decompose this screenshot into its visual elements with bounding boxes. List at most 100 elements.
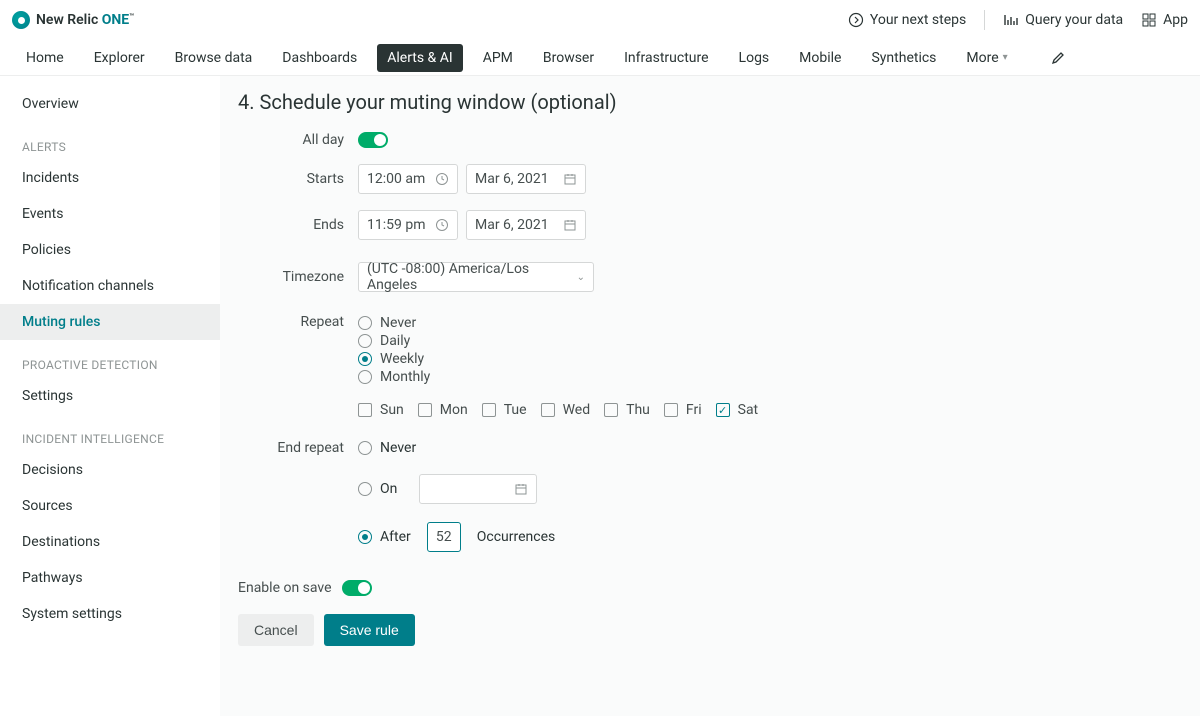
label-all-day: All day — [248, 132, 358, 148]
days-row: Sun Mon Tue Wed Thu Fri Sat — [358, 402, 764, 418]
label-thu: Thu — [626, 402, 650, 418]
repeat-block: Never Daily Weekly Monthly Sun Mon Tue W… — [358, 314, 764, 418]
repeat-monthly-radio[interactable] — [358, 370, 372, 384]
next-steps-link[interactable]: Your next steps — [848, 12, 966, 28]
query-data-link[interactable]: Query your data — [1003, 12, 1123, 28]
sidebar-settings[interactable]: Settings — [0, 378, 220, 414]
label-sun: Sun — [380, 402, 404, 418]
nav-apm[interactable]: APM — [473, 44, 523, 72]
layout: Overview ALERTS Incidents Events Policie… — [0, 76, 1200, 716]
arrow-right-circle-icon — [848, 12, 864, 28]
sidebar-section-alerts: ALERTS — [0, 122, 220, 160]
toggle-all-day[interactable] — [358, 132, 388, 148]
sidebar-system-settings[interactable]: System settings — [0, 596, 220, 632]
enable-on-save-label: Enable on save — [238, 580, 332, 596]
separator — [984, 10, 985, 30]
nav-logs[interactable]: Logs — [729, 44, 780, 72]
repeat-weekly-radio[interactable] — [358, 352, 372, 366]
row-all-day: All day — [248, 132, 1182, 148]
timezone-select[interactable]: (UTC -08:00) America/Los Angeles ⌄ — [358, 262, 594, 292]
sidebar-muting-rules[interactable]: Muting rules — [0, 304, 220, 340]
sidebar-pathways[interactable]: Pathways — [0, 560, 220, 596]
logo-text: New Relic ONE™ — [36, 12, 134, 28]
apps-label: App — [1163, 12, 1188, 28]
logo-one: ONE — [102, 12, 129, 28]
chevron-down-icon: ▾ — [1003, 52, 1008, 63]
check-fri[interactable] — [664, 403, 678, 417]
sidebar-policies[interactable]: Policies — [0, 232, 220, 268]
sidebar-incidents[interactable]: Incidents — [0, 160, 220, 196]
endrep-never-radio[interactable] — [358, 441, 372, 455]
endrep-after-count-input[interactable]: 52 — [427, 522, 461, 552]
row-timezone: Timezone (UTC -08:00) America/Los Angele… — [248, 262, 1182, 292]
main-nav: Home Explorer Browse data Dashboards Ale… — [0, 40, 1200, 76]
nav-home[interactable]: Home — [16, 44, 74, 72]
check-thu[interactable] — [604, 403, 618, 417]
sidebar-sources[interactable]: Sources — [0, 488, 220, 524]
nav-edit-button[interactable] — [1050, 50, 1066, 66]
endrep-on-radio[interactable] — [358, 482, 372, 496]
clock-icon — [435, 172, 449, 186]
label-fri: Fri — [686, 402, 702, 418]
pencil-icon — [1050, 50, 1066, 66]
check-mon[interactable] — [418, 403, 432, 417]
nav-more[interactable]: More ▾ — [956, 44, 1017, 72]
endrep-on-row: On — [358, 474, 555, 504]
repeat-monthly-label: Monthly — [380, 369, 430, 385]
calendar-icon — [563, 172, 577, 186]
nav-alerts-ai[interactable]: Alerts & AI — [377, 44, 462, 72]
apps-link[interactable]: App — [1141, 12, 1188, 28]
sidebar-destinations[interactable]: Destinations — [0, 524, 220, 560]
nav-browser[interactable]: Browser — [533, 44, 604, 72]
section-title: 4. Schedule your muting window (optional… — [238, 90, 1182, 114]
start-time-input[interactable]: 12:00 am — [358, 164, 458, 194]
label-end-repeat: End repeat — [248, 440, 358, 456]
endrep-never-row: Never — [358, 440, 555, 456]
nav-explorer[interactable]: Explorer — [84, 44, 155, 72]
nav-synthetics[interactable]: Synthetics — [861, 44, 946, 72]
sidebar-overview[interactable]: Overview — [0, 86, 220, 122]
timezone-value: (UTC -08:00) America/Los Angeles — [367, 261, 569, 293]
endrep-on-date-input[interactable] — [419, 474, 537, 504]
sidebar-section-proactive: PROACTIVE DETECTION — [0, 340, 220, 378]
sidebar-decisions[interactable]: Decisions — [0, 452, 220, 488]
calendar-icon — [563, 218, 577, 232]
row-repeat: Repeat Never Daily Weekly Monthly Sun Mo… — [248, 314, 1182, 418]
repeat-never-radio[interactable] — [358, 316, 372, 330]
end-date-input[interactable]: Mar 6, 2021 — [466, 210, 586, 240]
nav-dashboards[interactable]: Dashboards — [272, 44, 367, 72]
label-mon: Mon — [440, 402, 468, 418]
nav-infrastructure[interactable]: Infrastructure — [614, 44, 718, 72]
label-tue: Tue — [504, 402, 527, 418]
start-date-input[interactable]: Mar 6, 2021 — [466, 164, 586, 194]
chart-icon — [1003, 12, 1019, 28]
repeat-daily-radio[interactable] — [358, 334, 372, 348]
check-sun[interactable] — [358, 403, 372, 417]
logo-name: New Relic — [36, 12, 102, 28]
next-steps-label: Your next steps — [870, 12, 966, 28]
label-timezone: Timezone — [248, 269, 358, 285]
sidebar-notification-channels[interactable]: Notification channels — [0, 268, 220, 304]
end-time-value: 11:59 pm — [367, 217, 425, 233]
check-sat[interactable] — [716, 403, 730, 417]
sidebar-events[interactable]: Events — [0, 196, 220, 232]
endrep-after-label: After — [380, 529, 411, 545]
toggle-enable-on-save[interactable] — [342, 580, 372, 596]
label-ends: Ends — [248, 217, 358, 233]
sidebar: Overview ALERTS Incidents Events Policie… — [0, 76, 220, 662]
cancel-button[interactable]: Cancel — [238, 614, 314, 646]
end-time-input[interactable]: 11:59 pm — [358, 210, 458, 240]
endrep-never-label: Never — [380, 440, 416, 456]
enable-on-save-row: Enable on save — [238, 580, 1182, 596]
nav-browse-data[interactable]: Browse data — [165, 44, 263, 72]
check-tue[interactable] — [482, 403, 496, 417]
calendar-icon — [514, 482, 528, 496]
nav-mobile[interactable]: Mobile — [789, 44, 851, 72]
main-content: 4. Schedule your muting window (optional… — [220, 76, 1200, 716]
check-wed[interactable] — [541, 403, 555, 417]
logo[interactable]: New Relic ONE™ — [12, 11, 134, 29]
endrep-after-radio[interactable] — [358, 530, 372, 544]
save-rule-button[interactable]: Save rule — [324, 614, 415, 646]
nav-more-label: More — [966, 50, 998, 66]
radio-row-weekly: Weekly — [358, 350, 764, 368]
